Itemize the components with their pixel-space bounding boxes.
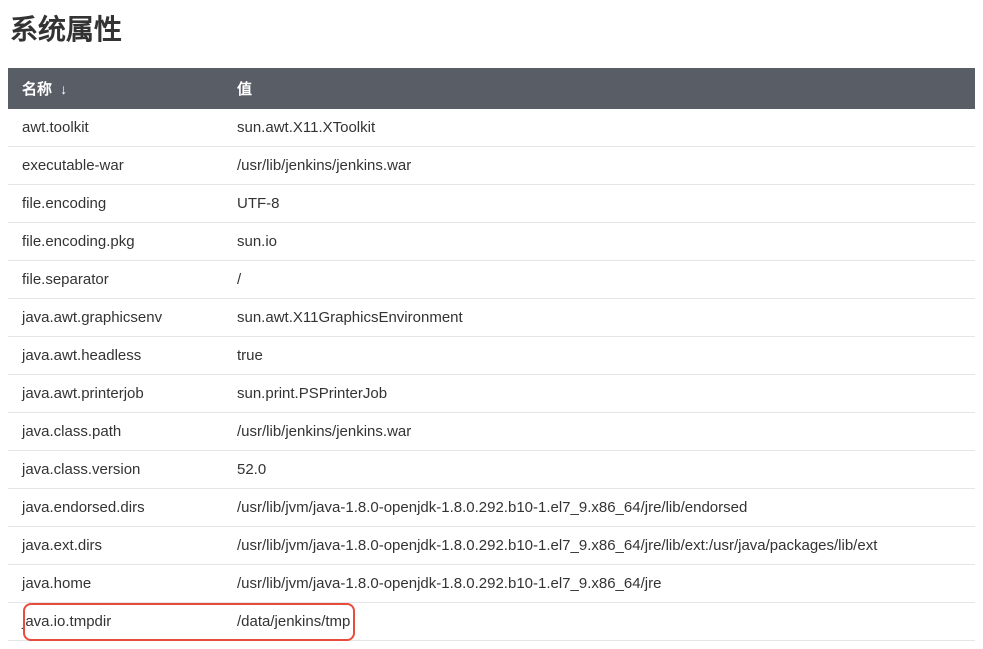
property-value-cell: /usr/lib/jvm/java-1.8.0-openjdk-1.8.0.29… xyxy=(223,489,975,527)
table-body: awt.toolkitsun.awt.X11.XToolkitexecutabl… xyxy=(8,109,975,641)
table-row: java.awt.headlesstrue xyxy=(8,337,975,375)
table-row: awt.toolkitsun.awt.X11.XToolkit xyxy=(8,109,975,147)
table-row: java.endorsed.dirs/usr/lib/jvm/java-1.8.… xyxy=(8,489,975,527)
property-value-cell: sun.awt.X11.XToolkit xyxy=(223,109,975,147)
property-name-cell: java.class.version xyxy=(8,451,223,489)
property-value-cell: UTF-8 xyxy=(223,185,975,223)
property-name-cell: java.class.path xyxy=(8,413,223,451)
property-value-cell: /usr/lib/jvm/java-1.8.0-openjdk-1.8.0.29… xyxy=(223,527,975,565)
property-name-cell: java.endorsed.dirs xyxy=(8,489,223,527)
system-properties-table-container: 名称 ↓ 值 awt.toolkitsun.awt.X11.XToolkitex… xyxy=(8,68,975,641)
property-name-cell: java.home xyxy=(8,565,223,603)
property-name-cell: executable-war xyxy=(8,147,223,185)
table-row: file.encodingUTF-8 xyxy=(8,185,975,223)
property-name-cell: file.encoding xyxy=(8,185,223,223)
property-value-cell: true xyxy=(223,337,975,375)
property-value-cell: /data/jenkins/tmp xyxy=(223,603,975,641)
table-row: java.class.path/usr/lib/jenkins/jenkins.… xyxy=(8,413,975,451)
sort-descending-icon: ↓ xyxy=(60,81,67,97)
page-title: 系统属性 xyxy=(8,8,975,48)
column-header-name[interactable]: 名称 ↓ xyxy=(8,68,223,109)
table-row: java.ext.dirs/usr/lib/jvm/java-1.8.0-ope… xyxy=(8,527,975,565)
property-name-cell: java.awt.printerjob xyxy=(8,375,223,413)
table-row: java.class.version52.0 xyxy=(8,451,975,489)
table-row: executable-war/usr/lib/jenkins/jenkins.w… xyxy=(8,147,975,185)
property-name-cell: awt.toolkit xyxy=(8,109,223,147)
column-header-name-label: 名称 xyxy=(22,81,52,98)
system-properties-table: 名称 ↓ 值 awt.toolkitsun.awt.X11.XToolkitex… xyxy=(8,68,975,641)
property-name-cell: java.ext.dirs xyxy=(8,527,223,565)
property-value-cell: /usr/lib/jvm/java-1.8.0-openjdk-1.8.0.29… xyxy=(223,565,975,603)
table-header-row: 名称 ↓ 值 xyxy=(8,68,975,109)
property-name-cell: java.awt.graphicsenv xyxy=(8,299,223,337)
property-value-cell: / xyxy=(223,261,975,299)
table-row: java.home/usr/lib/jvm/java-1.8.0-openjdk… xyxy=(8,565,975,603)
property-value-cell: /usr/lib/jenkins/jenkins.war xyxy=(223,147,975,185)
property-name-cell: java.io.tmpdir xyxy=(8,603,223,641)
property-value-cell: sun.awt.X11GraphicsEnvironment xyxy=(223,299,975,337)
table-row: file.encoding.pkgsun.io xyxy=(8,223,975,261)
property-name-cell: file.separator xyxy=(8,261,223,299)
table-row: file.separator/ xyxy=(8,261,975,299)
table-row: java.io.tmpdir/data/jenkins/tmp xyxy=(8,603,975,641)
property-value-cell: sun.io xyxy=(223,223,975,261)
property-name-cell: file.encoding.pkg xyxy=(8,223,223,261)
property-value-cell: 52.0 xyxy=(223,451,975,489)
property-name-cell: java.awt.headless xyxy=(8,337,223,375)
table-row: java.awt.printerjobsun.print.PSPrinterJo… xyxy=(8,375,975,413)
property-value-cell: sun.print.PSPrinterJob xyxy=(223,375,975,413)
table-row: java.awt.graphicsenvsun.awt.X11GraphicsE… xyxy=(8,299,975,337)
column-header-value[interactable]: 值 xyxy=(223,68,975,109)
property-value-cell: /usr/lib/jenkins/jenkins.war xyxy=(223,413,975,451)
